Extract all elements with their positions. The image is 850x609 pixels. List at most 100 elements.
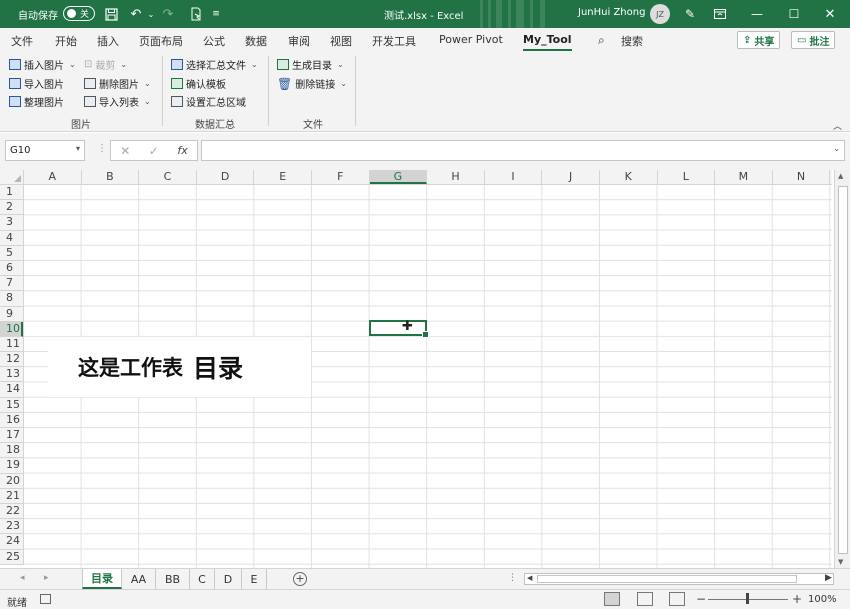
row-header[interactable]: 8: [0, 291, 23, 307]
add-sheet-icon[interactable]: +: [293, 572, 307, 586]
avatar[interactable]: JZ: [650, 4, 670, 24]
tab-review[interactable]: 审阅: [288, 33, 310, 49]
tab-power-pivot[interactable]: Power Pivot: [439, 33, 503, 46]
horizontal-scroll-thumb[interactable]: [537, 575, 797, 583]
share-button[interactable]: ⇪ 共享: [737, 31, 781, 49]
column-header[interactable]: A: [24, 170, 82, 184]
sheet-textbox[interactable]: 这是工作表 目录: [48, 337, 311, 397]
macro-record-icon[interactable]: [40, 594, 51, 604]
enter-icon[interactable]: ✓: [149, 144, 159, 158]
undo-icon[interactable]: ↶: [128, 6, 144, 22]
row-header[interactable]: 25: [0, 550, 23, 565]
row-header[interactable]: 20: [0, 474, 23, 489]
column-header[interactable]: I: [485, 170, 543, 184]
prev-sheet-icon[interactable]: ◂: [20, 573, 25, 583]
ribbon-display-icon[interactable]: [710, 4, 730, 24]
redo-icon[interactable]: ↷: [160, 6, 176, 22]
row-header[interactable]: 6: [0, 261, 23, 277]
column-header[interactable]: H: [427, 170, 485, 184]
tab-formulas[interactable]: 公式: [203, 33, 225, 49]
sheet-tab[interactable]: C: [190, 569, 215, 589]
formula-input[interactable]: ⌄: [201, 140, 845, 161]
close-icon[interactable]: ✕: [820, 4, 840, 24]
selected-cell[interactable]: [369, 320, 429, 338]
import-picture-button[interactable]: 导入图片: [9, 76, 64, 91]
row-header[interactable]: 16: [0, 413, 23, 428]
column-header[interactable]: L: [658, 170, 716, 184]
column-header[interactable]: E: [254, 170, 312, 184]
scroll-up-icon[interactable]: ▲: [838, 172, 843, 180]
insert-function-icon[interactable]: fx: [177, 144, 187, 157]
row-header[interactable]: 9: [0, 307, 23, 322]
zoom-in-icon[interactable]: +: [792, 592, 802, 606]
cancel-icon[interactable]: ✕: [120, 144, 130, 158]
row-header[interactable]: 12: [0, 352, 23, 368]
user-name[interactable]: JunHui Zhong: [578, 7, 645, 18]
collapse-ribbon-icon[interactable]: ︿: [833, 119, 842, 132]
next-sheet-icon[interactable]: ▸: [44, 573, 49, 583]
column-header[interactable]: J: [542, 170, 600, 184]
row-header[interactable]: 14: [0, 382, 23, 398]
scroll-right-icon[interactable]: ▶: [825, 573, 832, 583]
column-header[interactable]: K: [600, 170, 658, 184]
row-header[interactable]: 23: [0, 519, 23, 535]
row-header[interactable]: 2: [0, 200, 23, 216]
page-break-view-icon[interactable]: [669, 592, 685, 606]
row-header[interactable]: 24: [0, 534, 23, 550]
sheet-tab[interactable]: D: [215, 569, 242, 589]
tab-split-handle-icon[interactable]: ⋮: [508, 573, 517, 583]
column-header[interactable]: C: [139, 170, 197, 184]
row-header[interactable]: 18: [0, 443, 23, 459]
row-header[interactable]: 11: [0, 337, 23, 353]
row-header[interactable]: 5: [0, 246, 23, 261]
sheet-tab[interactable]: BB: [156, 569, 190, 589]
undo-dropdown-icon[interactable]: ⌄: [143, 6, 159, 22]
set-summary-range-button[interactable]: 设置汇总区域: [171, 94, 246, 109]
delete-links-button[interactable]: 🗑 删除链接 ⌄: [277, 76, 347, 92]
row-header[interactable]: 19: [0, 458, 23, 474]
minimize-icon[interactable]: —: [747, 4, 767, 24]
row-header[interactable]: 4: [0, 231, 23, 246]
zoom-out-icon[interactable]: −: [696, 592, 706, 606]
import-list-button[interactable]: 导入列表 ⌄: [84, 94, 151, 109]
row-header[interactable]: 13: [0, 367, 23, 383]
tab-page-layout[interactable]: 页面布局: [139, 33, 183, 49]
column-header[interactable]: B: [82, 170, 140, 184]
chevron-down-icon[interactable]: ▾: [76, 144, 80, 153]
expand-formula-icon[interactable]: ⌄: [833, 144, 840, 153]
horizontal-scrollbar[interactable]: ◀: [524, 573, 834, 585]
tab-data[interactable]: 数据: [245, 33, 267, 49]
row-header[interactable]: 7: [0, 276, 23, 292]
delete-picture-button[interactable]: 删除图片 ⌄: [84, 76, 151, 91]
tab-view[interactable]: 视图: [330, 33, 352, 49]
more-options-icon[interactable]: ⋮: [97, 143, 107, 154]
row-header[interactable]: 1: [0, 185, 23, 201]
tab-my-tool[interactable]: My_Tool: [523, 33, 572, 51]
tab-insert[interactable]: 插入: [97, 33, 119, 49]
row-header[interactable]: 17: [0, 428, 23, 444]
page-layout-view-icon[interactable]: [637, 592, 653, 606]
comments-button[interactable]: ▭ 批注: [791, 31, 836, 49]
row-header[interactable]: 21: [0, 489, 23, 504]
pen-icon[interactable]: ✎: [680, 4, 700, 24]
column-header[interactable]: M: [715, 170, 773, 184]
vertical-scrollbar[interactable]: ▲ ▼: [834, 170, 850, 568]
column-header[interactable]: D: [197, 170, 255, 184]
zoom-level[interactable]: 100%: [808, 594, 837, 605]
column-header[interactable]: G: [369, 170, 428, 184]
select-summary-file-button[interactable]: 选择汇总文件 ⌄: [171, 57, 258, 72]
autosave-toggle[interactable]: 关: [63, 6, 95, 21]
search-icon[interactable]: ⌕: [598, 33, 605, 48]
row-header[interactable]: 3: [0, 215, 23, 231]
crop-button[interactable]: ⊡ 裁剪 ⌄: [84, 57, 127, 72]
scroll-left-icon[interactable]: ◀: [527, 574, 532, 582]
sheet-tab[interactable]: E: [242, 569, 267, 589]
normal-view-icon[interactable]: [604, 592, 620, 606]
tab-home[interactable]: 开始: [55, 33, 77, 49]
tab-developer[interactable]: 开发工具: [372, 33, 416, 49]
customize-qat-icon[interactable]: ≡: [208, 6, 224, 22]
column-header[interactable]: N: [773, 170, 831, 184]
sheet-tab[interactable]: AA: [122, 569, 156, 589]
zoom-slider-knob[interactable]: [746, 593, 749, 604]
select-all-button[interactable]: [0, 170, 24, 185]
